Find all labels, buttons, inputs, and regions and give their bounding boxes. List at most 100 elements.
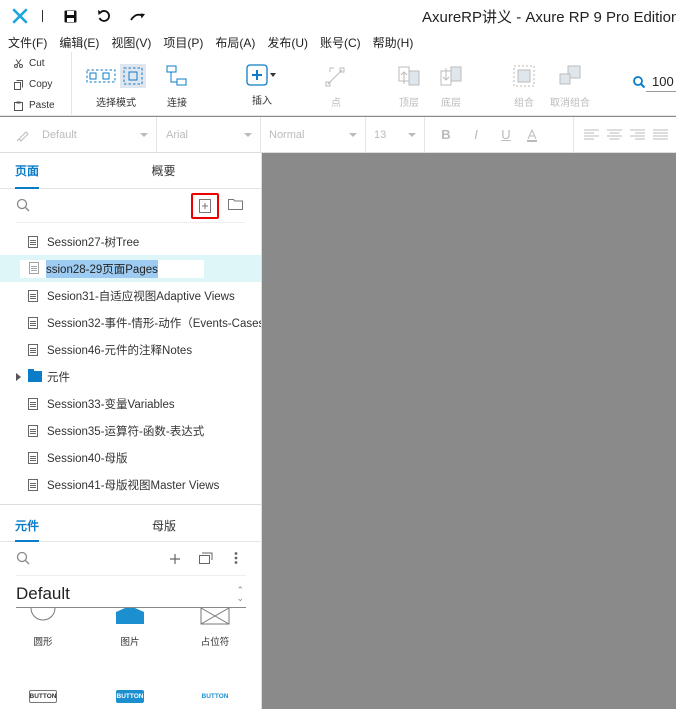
tab-pages[interactable]: 页面: [0, 153, 130, 189]
page-item[interactable]: Sesion31-自适应视图Adaptive Views: [0, 282, 261, 309]
add-library-icon[interactable]: [169, 553, 181, 565]
select-contain-icon: [120, 64, 146, 88]
menu-view[interactable]: 视图(V): [111, 34, 151, 51]
copy-button[interactable]: Copy: [0, 74, 71, 95]
folder-item[interactable]: 元件: [0, 363, 261, 390]
font-dropdown[interactable]: Arial: [157, 116, 261, 153]
align-center-icon[interactable]: [607, 129, 622, 141]
connect-label: 连接: [167, 98, 187, 109]
select-mode-tool[interactable]: 选择模式: [86, 64, 146, 109]
page-icon: [28, 424, 38, 437]
undo-icon[interactable]: [87, 0, 121, 32]
page-item[interactable]: Session27-树Tree: [0, 228, 261, 255]
image-icon: [116, 608, 144, 624]
page-label: Session41-母版视图Master Views: [47, 479, 220, 492]
menu-arrange[interactable]: 布局(A): [215, 34, 255, 51]
ungroup-icon: [559, 65, 581, 85]
size-dropdown[interactable]: 13: [366, 116, 425, 153]
widget-image[interactable]: 图片: [100, 608, 160, 648]
scissors-icon: [14, 59, 23, 68]
button-label: BUTTON: [201, 693, 229, 700]
point-tool[interactable]: 点: [324, 64, 348, 109]
insert-tool[interactable]: 插入: [246, 64, 278, 107]
search-icon[interactable]: [16, 198, 30, 212]
top-label: 顶层: [399, 98, 419, 109]
page-item[interactable]: Session41-母版视图Master Views: [0, 471, 261, 498]
window-title: AxureRP讲义 - Axure RP 9 Pro Edition: [422, 9, 676, 26]
menu-publish[interactable]: 发布(U): [267, 34, 308, 51]
bottom-label: 底层: [441, 98, 461, 109]
widget-placeholder[interactable]: 占位符: [185, 608, 245, 648]
page-item[interactable]: Session46-元件的注释Notes: [0, 336, 261, 363]
tab-outline[interactable]: 概要: [130, 153, 261, 188]
zoom-value[interactable]: 100: [646, 72, 676, 92]
point-icon: [325, 67, 345, 87]
paste-button[interactable]: Paste: [0, 95, 71, 116]
send-to-bottom-tool[interactable]: 底层: [438, 64, 464, 109]
menu-file[interactable]: 文件(F): [8, 34, 47, 51]
align-left-icon[interactable]: [584, 129, 599, 141]
tab-masters[interactable]: 母版: [131, 510, 262, 541]
library-select[interactable]: Default ⌃ ⌄: [16, 582, 246, 608]
page-label: Session40-母版: [47, 452, 128, 465]
page-rename-text: ssion28-29页面Pages: [46, 259, 158, 278]
page-item[interactable]: Session32-事件-情形-动作（Events-Cases: [0, 309, 261, 336]
library-icon[interactable]: [199, 552, 213, 564]
title-separator: [42, 10, 43, 22]
search-icon[interactable]: [16, 551, 30, 565]
size-value: 13: [374, 128, 387, 141]
connect-tool[interactable]: 连接: [166, 64, 188, 109]
group-tool[interactable]: 组合: [512, 64, 536, 109]
weight-dropdown[interactable]: Normal: [261, 116, 366, 153]
expand-arrow-icon[interactable]: [16, 372, 21, 381]
panel-divider[interactable]: [0, 504, 262, 505]
page-item[interactable]: Session35-运算符-函数-表达式: [0, 417, 261, 444]
style-dropdown[interactable]: Default: [0, 116, 157, 153]
ungroup-tool[interactable]: 取消组合: [550, 64, 590, 109]
menu-edit[interactable]: 编辑(E): [59, 34, 99, 51]
more-options-icon[interactable]: [234, 551, 238, 565]
design-canvas[interactable]: [262, 153, 676, 709]
cut-button[interactable]: Cut: [0, 53, 71, 74]
font-value: Arial: [166, 128, 189, 141]
chevron-down-icon: [270, 73, 276, 77]
caret-icon: [140, 132, 148, 137]
page-label: Session32-事件-情形-动作（Events-Cases: [47, 317, 261, 330]
justify-icon[interactable]: [653, 129, 668, 141]
button-label: BUTTON: [29, 690, 57, 703]
format-bar: Default Arial Normal 13 B I U: [0, 116, 676, 153]
redo-icon[interactable]: [121, 0, 155, 32]
font-color-icon[interactable]: [525, 128, 539, 142]
widget-button-link[interactable]: BUTTON: [185, 690, 245, 703]
page-item[interactable]: Session40-母版: [0, 444, 261, 471]
page-item-editing[interactable]: ssion28-29页面Pages: [0, 255, 261, 282]
page-rename-input[interactable]: ssion28-29页面Pages: [20, 259, 204, 278]
page-item[interactable]: Session33-变量Variables: [0, 390, 261, 417]
menu-account[interactable]: 账号(C): [320, 34, 361, 51]
add-folder-icon[interactable]: [228, 198, 243, 210]
add-page-button[interactable]: [191, 193, 219, 219]
bring-to-top-tool[interactable]: 顶层: [396, 64, 422, 109]
underline-button[interactable]: U: [495, 127, 517, 142]
zoom-control[interactable]: 100: [632, 72, 676, 92]
bring-to-front-icon: [398, 66, 420, 86]
align-right-icon[interactable]: [630, 129, 645, 141]
weight-value: Normal: [269, 128, 305, 141]
page-icon: [29, 262, 39, 274]
select-intersect-icon: [86, 69, 116, 83]
paste-label: Paste: [29, 100, 55, 111]
widget-circle[interactable]: 圆形: [13, 608, 73, 648]
menu-project[interactable]: 项目(P): [163, 34, 203, 51]
clipboard-group: Cut Copy Paste: [0, 52, 72, 116]
bold-button[interactable]: B: [435, 127, 457, 142]
save-icon[interactable]: [53, 0, 87, 32]
menu-help[interactable]: 帮助(H): [373, 34, 414, 51]
italic-button[interactable]: I: [465, 127, 487, 142]
tab-libraries[interactable]: 元件: [0, 510, 131, 542]
page-tree: Session27-树Tree ssion28-29页面Pages Sesion…: [0, 223, 261, 498]
widget-button-default[interactable]: BUTTON: [13, 690, 73, 703]
main-toolbar: Cut Copy Paste 选择模式 连接 插入 点 顶层 底层 组合 取消组…: [0, 52, 676, 116]
widget-button-primary[interactable]: BUTTON: [100, 690, 160, 703]
group-label: 组合: [514, 98, 534, 109]
alignment-group: [574, 129, 668, 141]
